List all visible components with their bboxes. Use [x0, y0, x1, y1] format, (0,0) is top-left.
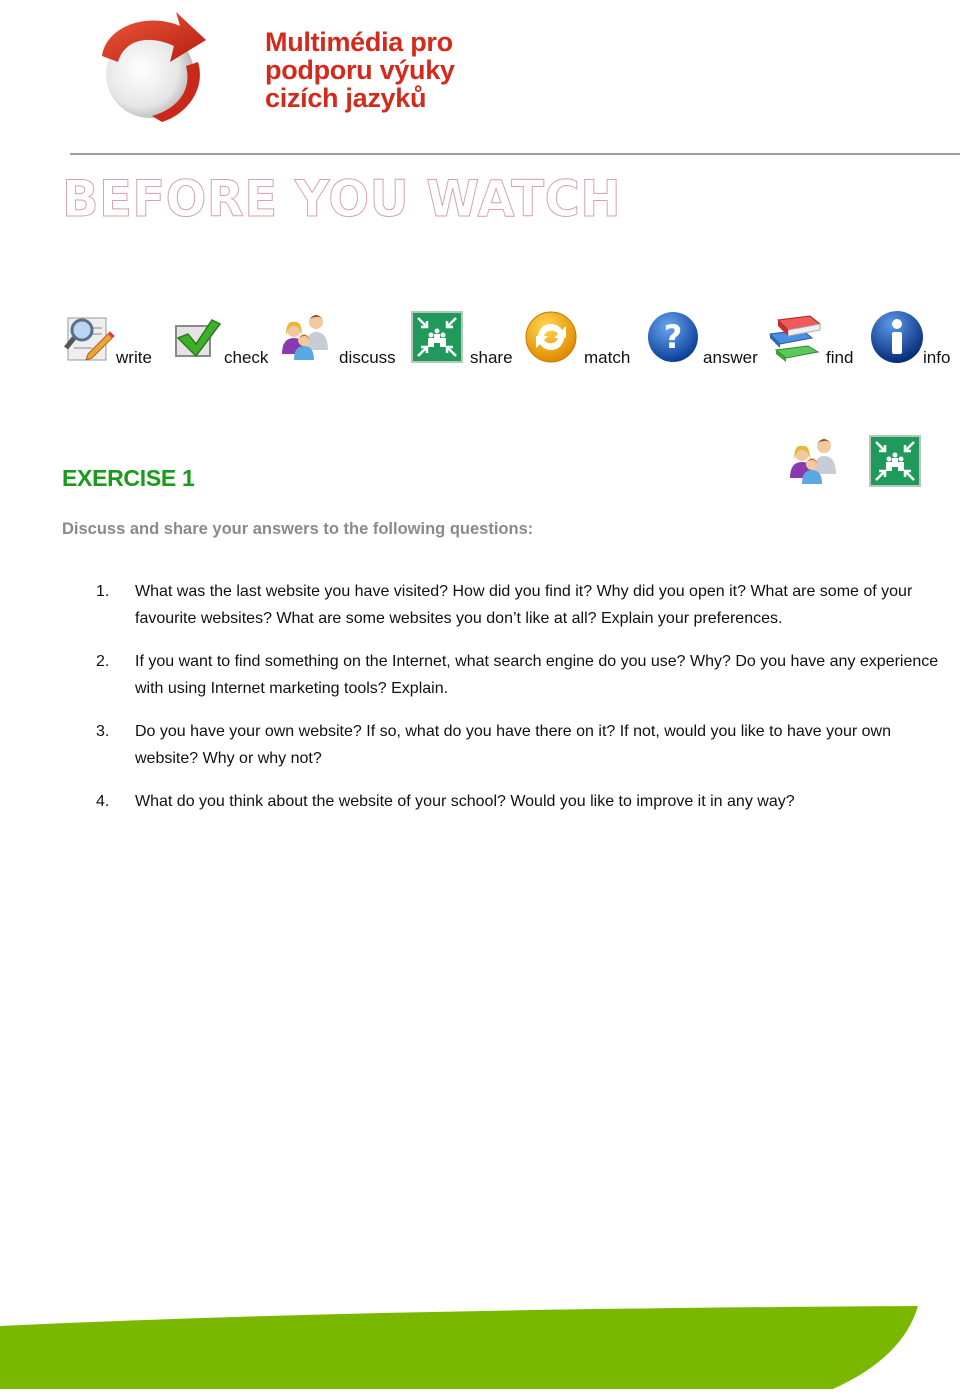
legend-label: discuss — [339, 348, 396, 367]
share-assembly-icon — [410, 310, 464, 364]
brand-line-2: podporu výuky — [265, 55, 455, 85]
legend-label: write — [116, 348, 152, 367]
legend-label: match — [584, 348, 631, 367]
svg-text:?: ? — [664, 318, 683, 356]
question-text: What was the last website you have visit… — [135, 583, 913, 627]
people-discuss-icon — [788, 434, 842, 488]
footer-decoration — [0, 1290, 960, 1389]
question-text: Do you have your own website? If so, wha… — [135, 723, 891, 767]
match-refresh-icon — [524, 310, 578, 364]
brand-line-3: cizích jazyků — [265, 83, 427, 113]
legend-label: share — [470, 348, 513, 367]
checkmark-icon — [170, 310, 224, 364]
share-assembly-icon — [868, 434, 922, 488]
question-item: 2. If you want to find something on the … — [96, 648, 956, 702]
brand-line-1: Multimédia pro — [265, 27, 453, 57]
question-number: 2. — [96, 653, 110, 670]
books-stack-icon — [768, 310, 822, 364]
header-divider — [70, 153, 960, 155]
legend-label: find — [826, 348, 854, 367]
brand-title: Multimédia pro podporu výuky cizích jazy… — [265, 28, 455, 112]
legend-label: answer — [703, 348, 758, 367]
question-number: 1. — [96, 583, 110, 600]
question-item: 3. Do you have your own website? If so, … — [96, 718, 956, 772]
logo-icon — [88, 4, 212, 126]
people-discuss-icon — [280, 310, 334, 364]
exercise-title: EXERCISE 1 — [62, 465, 195, 491]
info-icon — [870, 310, 924, 364]
question-item: 1. What was the last website you have vi… — [96, 578, 956, 632]
section-title: BEFORE YOU WATCH — [62, 170, 622, 229]
question-item: 4. What do you think about the website o… — [96, 788, 956, 815]
question-mark-icon: ? — [646, 310, 700, 364]
exercise-instructions: Discuss and share your answers to the fo… — [62, 520, 534, 538]
write-icon — [62, 310, 116, 364]
question-number: 4. — [96, 793, 110, 810]
question-number: 3. — [96, 723, 110, 740]
question-text: What do you think about the website of y… — [135, 793, 795, 810]
exercise-activity-icons — [788, 434, 928, 490]
legend-label: info — [923, 348, 951, 367]
question-text: If you want to find something on the Int… — [135, 653, 939, 697]
legend-label: check — [224, 348, 269, 367]
question-list: 1. What was the last website you have vi… — [96, 578, 956, 831]
